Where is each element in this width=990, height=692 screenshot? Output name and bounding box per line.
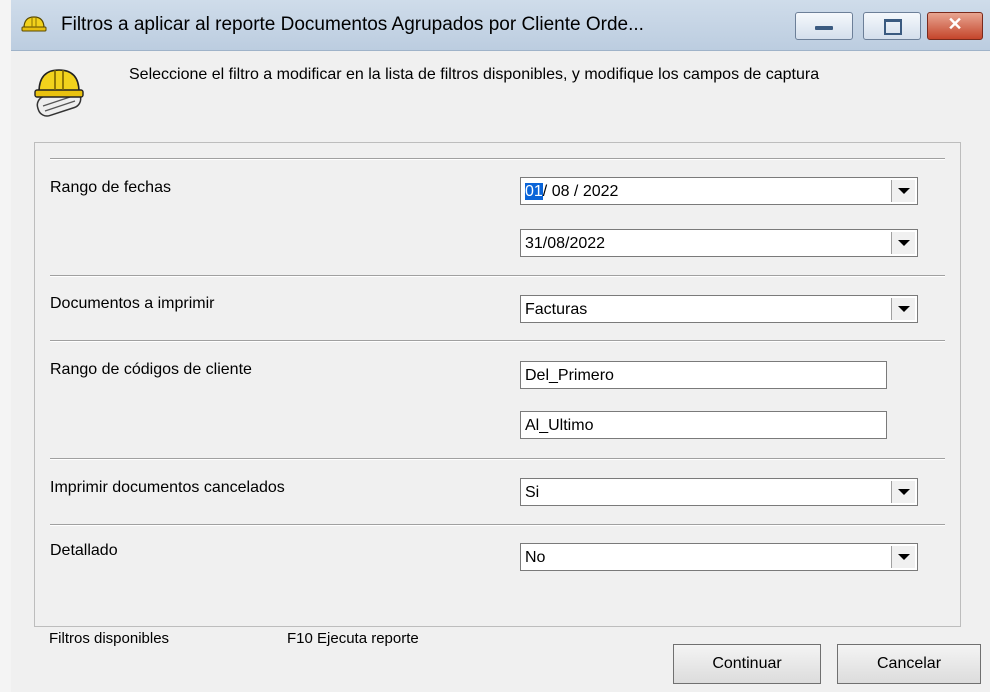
client-code-from-input[interactable]: Del_Primero xyxy=(520,361,887,389)
date-to-dropdown-button[interactable] xyxy=(891,232,915,254)
date-range-label: Rango de fechas xyxy=(50,179,171,196)
client-codes-label: Rango de códigos de cliente xyxy=(50,361,252,378)
chevron-down-icon xyxy=(898,306,910,312)
client-code-from-value: Del_Primero xyxy=(525,367,614,384)
date-from-rest: / 08 / 2022 xyxy=(542,183,619,200)
chevron-down-icon xyxy=(898,240,910,246)
date-from-picker[interactable]: 01/ 08 / 2022 xyxy=(520,177,918,205)
detailed-value: No xyxy=(525,549,546,566)
maximize-icon xyxy=(884,19,902,35)
window-title: Filtros a aplicar al reporte Documentos … xyxy=(61,14,644,35)
documents-select[interactable]: Facturas xyxy=(520,295,918,323)
title-bar[interactable]: Filtros a aplicar al reporte Documentos … xyxy=(11,0,990,51)
continue-button[interactable]: Continuar xyxy=(673,644,821,684)
detailed-label: Detallado xyxy=(50,542,118,559)
documents-value: Facturas xyxy=(525,301,588,318)
cancelled-value: Si xyxy=(525,484,540,501)
chevron-down-icon xyxy=(898,554,910,560)
cancel-button[interactable]: Cancelar xyxy=(837,644,981,684)
available-filters-link[interactable]: Filtros disponibles xyxy=(49,630,169,647)
date-from-day[interactable]: 01 xyxy=(525,183,543,200)
documents-dropdown-button[interactable] xyxy=(891,298,915,320)
separator xyxy=(50,158,945,160)
separator xyxy=(50,340,945,342)
detailed-select[interactable]: No xyxy=(520,543,918,571)
filters-panel: Rango de fechas 01/ 08 / 2022 31/08/2022… xyxy=(34,142,961,627)
chevron-down-icon xyxy=(898,188,910,194)
separator xyxy=(50,275,945,277)
detailed-dropdown-button[interactable] xyxy=(891,546,915,568)
separator xyxy=(50,524,945,526)
hardhat-icon xyxy=(21,16,47,32)
separator xyxy=(50,458,945,460)
hardhat-scroll-icon xyxy=(34,69,84,117)
documents-label: Documentos a imprimir xyxy=(50,295,215,312)
chevron-down-icon xyxy=(898,489,910,495)
client-code-to-value: Al_Ultimo xyxy=(525,417,594,434)
cancelled-dropdown-button[interactable] xyxy=(891,481,915,503)
filter-dialog: Filtros a aplicar al reporte Documentos … xyxy=(11,0,990,692)
cancelled-label: Imprimir documentos cancelados xyxy=(50,479,285,496)
close-button[interactable]: ✕ xyxy=(927,12,983,40)
close-icon: ✕ xyxy=(947,14,963,34)
date-from-value[interactable]: 01/ 08 / 2022 xyxy=(525,183,618,201)
maximize-button[interactable] xyxy=(863,12,921,40)
instruction-text: Seleccione el filtro a modificar en la l… xyxy=(129,66,820,83)
client-code-to-input[interactable]: Al_Ultimo xyxy=(520,411,887,439)
date-from-dropdown-button[interactable] xyxy=(891,180,915,202)
f10-hint: F10 Ejecuta reporte xyxy=(287,630,419,647)
minimize-icon xyxy=(815,26,833,30)
minimize-button[interactable] xyxy=(795,12,853,40)
cancelled-select[interactable]: Si xyxy=(520,478,918,506)
date-to-picker[interactable]: 31/08/2022 xyxy=(520,229,918,257)
date-to-value[interactable]: 31/08/2022 xyxy=(525,235,605,253)
